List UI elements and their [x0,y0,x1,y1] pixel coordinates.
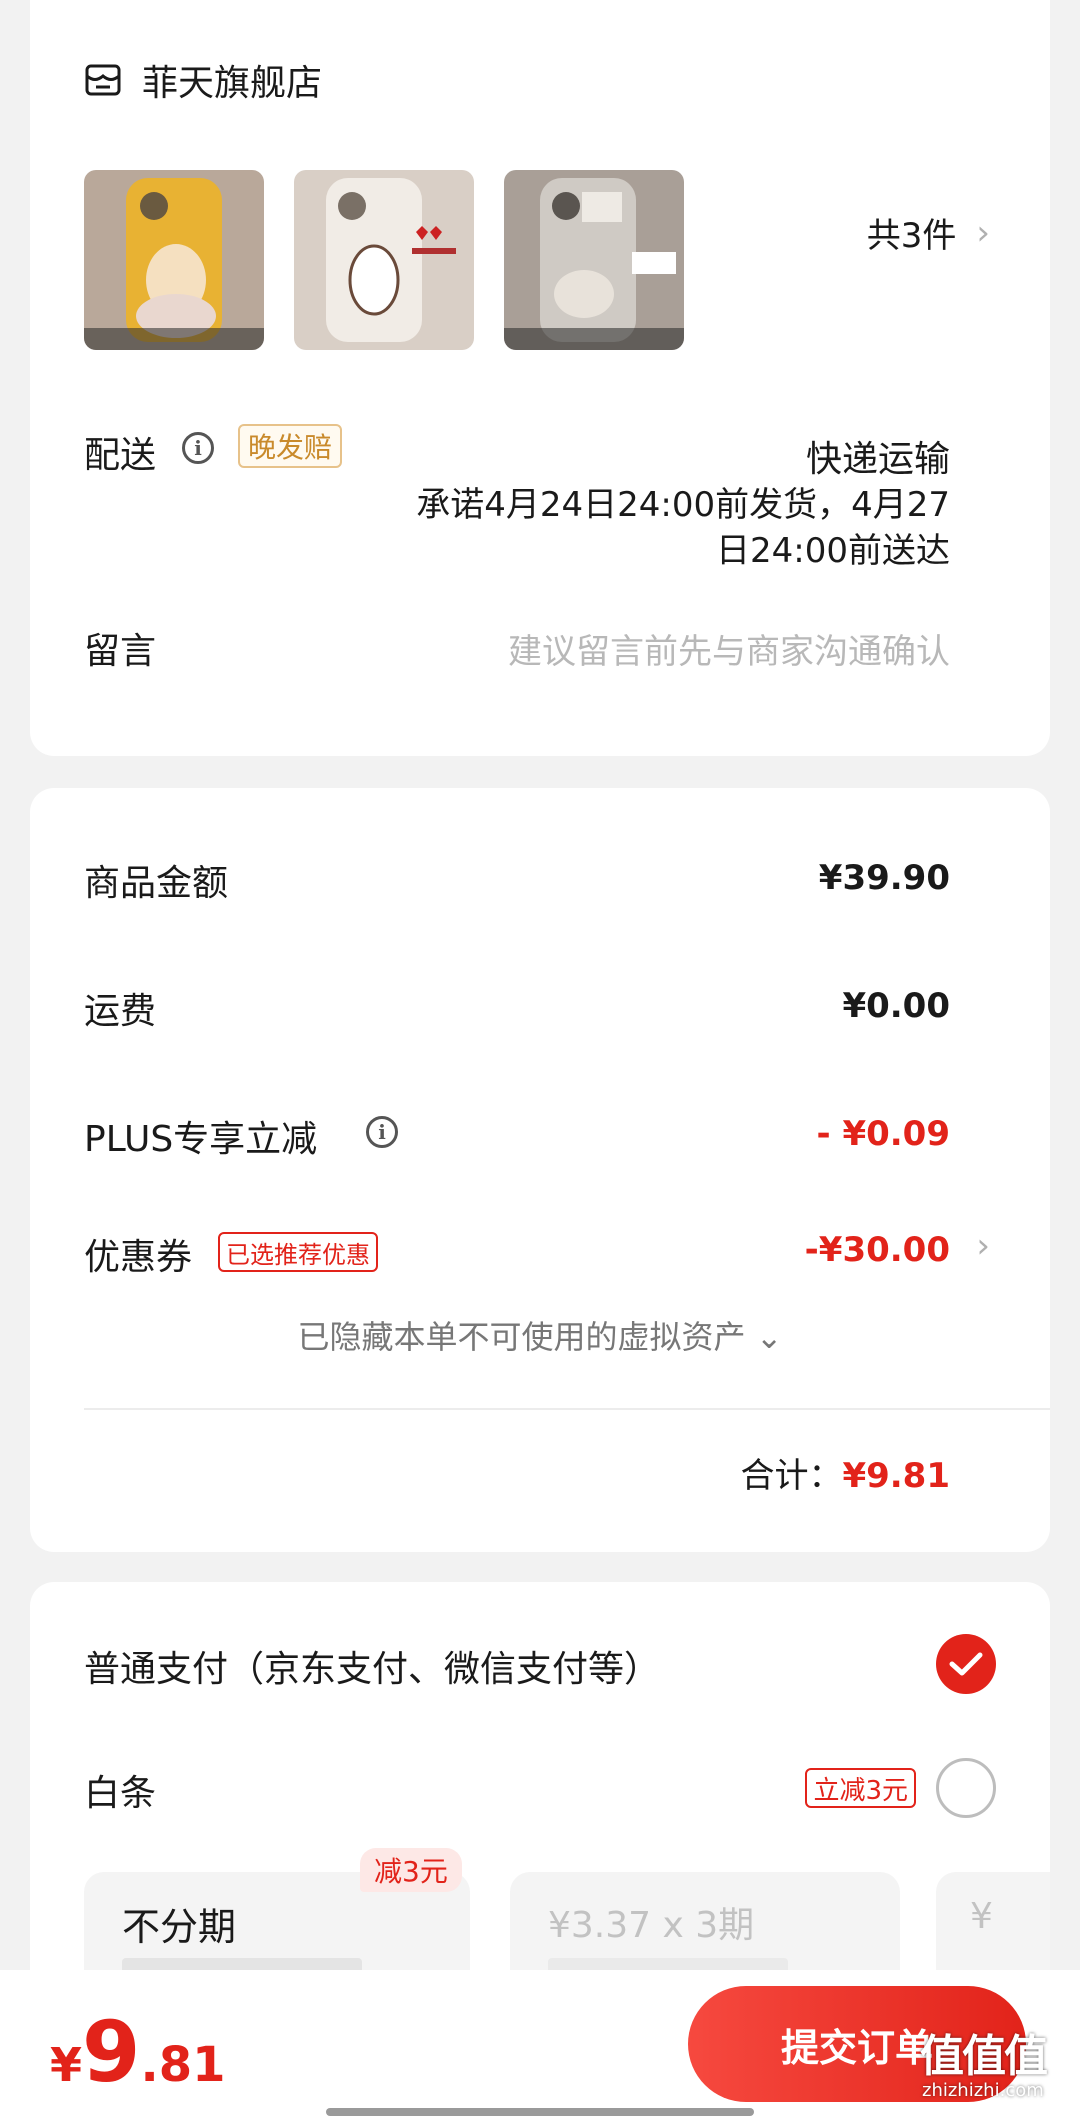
store-card: 菲天旗舰店 共3件 › 配送 i 晚发赔 快递运输 承诺4月24日24:00前发… [30,0,1050,756]
checkout-bar: ¥ 9 .81 提交订单 [0,1970,1080,2120]
item-count[interactable]: 共3件 › [867,208,990,257]
checkmark-icon [949,1652,983,1676]
bottom-total: ¥ 9 .81 [50,2010,226,2094]
store-icon [85,64,121,96]
total-label: 合计： [740,1456,843,1496]
coupon-tag: 已选推荐优惠 [218,1232,378,1272]
normal-payment-label[interactable]: 普通支付（京东支付、微信支付等） [84,1640,660,1692]
chevron-down-icon: ⌄ [755,1318,783,1356]
delivery-promise: 承诺4月24日24:00前发货，4月27 日24:00前送达 [350,482,950,574]
store-name: 菲天旗舰店 [142,63,323,104]
plus-discount-label: PLUS专享立减 [84,1119,318,1160]
delivery-promise-line1: 承诺4月24日24:00前发货，4月27 [416,485,950,525]
info-icon[interactable]: i [182,432,214,464]
goods-amount-label: 商品金额 [84,863,229,904]
baitiao-label[interactable]: 白条 [84,1764,156,1816]
coupon-label: 优惠券 [84,1237,193,1278]
plus-discount-value: - ¥0.09 [816,1114,951,1154]
watermark: 值值值 [920,2031,1048,2082]
product-thumb-1[interactable] [84,170,264,350]
home-indicator[interactable] [326,2108,754,2116]
item-count-label: 共3件 [866,216,957,256]
product-thumb-3[interactable] [504,170,684,350]
info-icon[interactable]: i [366,1116,398,1148]
coupon-value[interactable]: -¥30.00 [805,1230,950,1270]
bottom-total-currency: ¥ [50,2038,83,2092]
bottom-total-integer: 9 [82,2003,141,2101]
hidden-assets-label: 已隐藏本单不可使用的虚拟资产 [297,1318,746,1356]
delivery-promise-line2: 日24:00前送达 [716,531,950,571]
chevron-right-icon: › [976,212,990,253]
plan-next-title: ¥ [970,1896,993,1937]
baitiao-discount-tag: 立减3元 [805,1768,916,1808]
total: 合计：¥9.81 [740,1448,950,1497]
plan-3-installments-title: ¥3.37 x 3期 [548,1905,755,1946]
divider [84,1408,1050,1410]
normal-payment-radio[interactable] [936,1634,996,1694]
price-card: 商品金额 ¥39.90 运费 ¥0.00 PLUS专享立减 i - ¥0.09 … [30,788,1050,1552]
late-compensation-tag: 晚发赔 [238,424,343,468]
watermark-url: zhizhizhi.com [922,2080,1044,2101]
plan-discount-badge: 减3元 [360,1848,462,1892]
shipping-method[interactable]: 快递运输 [806,430,950,482]
goods-amount-value: ¥39.90 [818,858,950,898]
shipping-fee-value: ¥0.00 [842,986,950,1026]
message-label: 留言 [84,631,157,672]
shipping-fee-label: 运费 [84,991,157,1032]
total-amount: ¥9.81 [842,1456,950,1496]
plan-no-installment-title: 不分期 [122,1905,237,1949]
store-header[interactable]: 菲天旗舰店 [84,54,322,106]
baitiao-radio[interactable] [936,1758,996,1818]
message-input[interactable]: 建议留言前先与商家沟通确认 [508,624,950,673]
bottom-total-decimal: .81 [140,2037,226,2093]
product-thumb-2[interactable] [294,170,474,350]
chevron-right-icon[interactable]: › [976,1226,990,1266]
hidden-assets-toggle[interactable]: 已隐藏本单不可使用的虚拟资产 ⌄ [30,1312,1050,1358]
delivery-label: 配送 [84,435,157,476]
